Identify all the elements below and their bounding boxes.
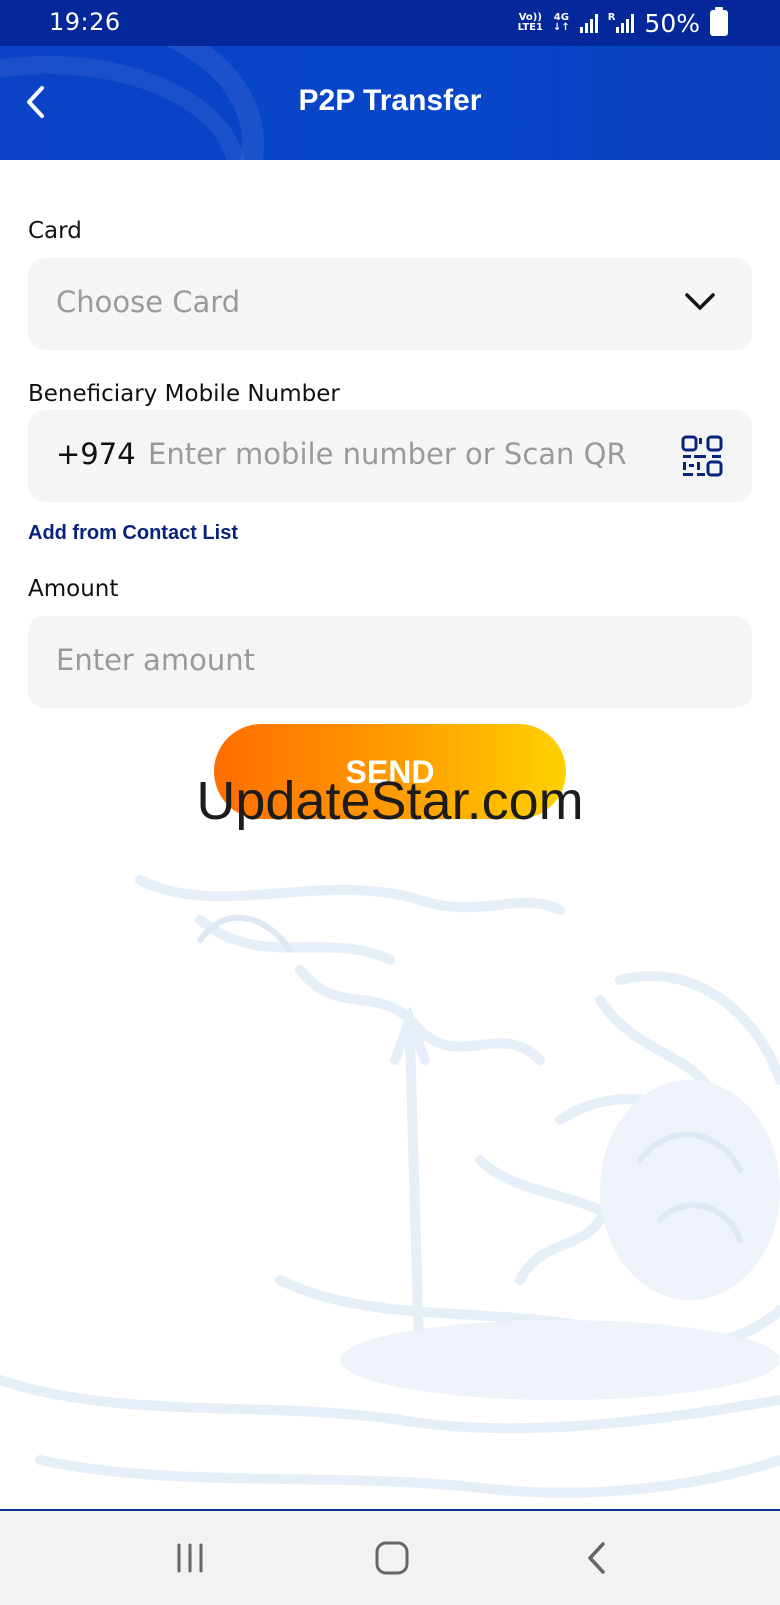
add-from-contact-list-link[interactable]: Add from Contact List <box>28 522 238 545</box>
signal-icon <box>579 13 598 33</box>
watermark-text: UpdateStar.com <box>196 771 584 831</box>
status-bar: 19:26 Vo)) LTE1 4G ↓↑ R 50% <box>0 0 780 46</box>
mobile-placeholder: Enter mobile number or Scan QR <box>148 437 627 471</box>
card-placeholder: Choose Card <box>56 285 241 319</box>
amount-label: Amount <box>28 576 119 602</box>
system-nav-bar <box>0 1509 780 1605</box>
back-icon[interactable] <box>573 1533 623 1583</box>
volte-indicator: Vo)) LTE1 <box>517 12 543 33</box>
country-code: +974 <box>56 437 136 471</box>
card-label: Card <box>28 218 82 244</box>
amount-placeholder: Enter amount <box>56 643 255 677</box>
card-select[interactable]: Choose Card <box>28 258 752 350</box>
mobile-input[interactable]: +974 Enter mobile number or Scan QR <box>28 410 752 502</box>
qr-scan-icon[interactable] <box>680 434 724 478</box>
app-header: P2P Transfer <box>0 46 780 160</box>
amount-input[interactable]: Enter amount <box>28 616 752 708</box>
home-icon[interactable] <box>367 1533 417 1583</box>
chevron-down-icon <box>685 293 715 310</box>
recent-apps-icon[interactable] <box>165 1533 215 1583</box>
background-calligraphy <box>0 875 780 1498</box>
battery-percent: 50% <box>644 8 700 38</box>
mobile-label: Beneficiary Mobile Number <box>28 381 340 407</box>
status-time: 19:26 <box>49 8 121 36</box>
network-type-indicator: 4G ↓↑ <box>552 12 570 33</box>
page-title: P2P Transfer <box>298 84 482 117</box>
battery-icon <box>710 7 728 36</box>
status-icons: Vo)) LTE1 4G ↓↑ R 50% <box>517 7 728 38</box>
roaming-signal-icon: R <box>608 13 635 33</box>
